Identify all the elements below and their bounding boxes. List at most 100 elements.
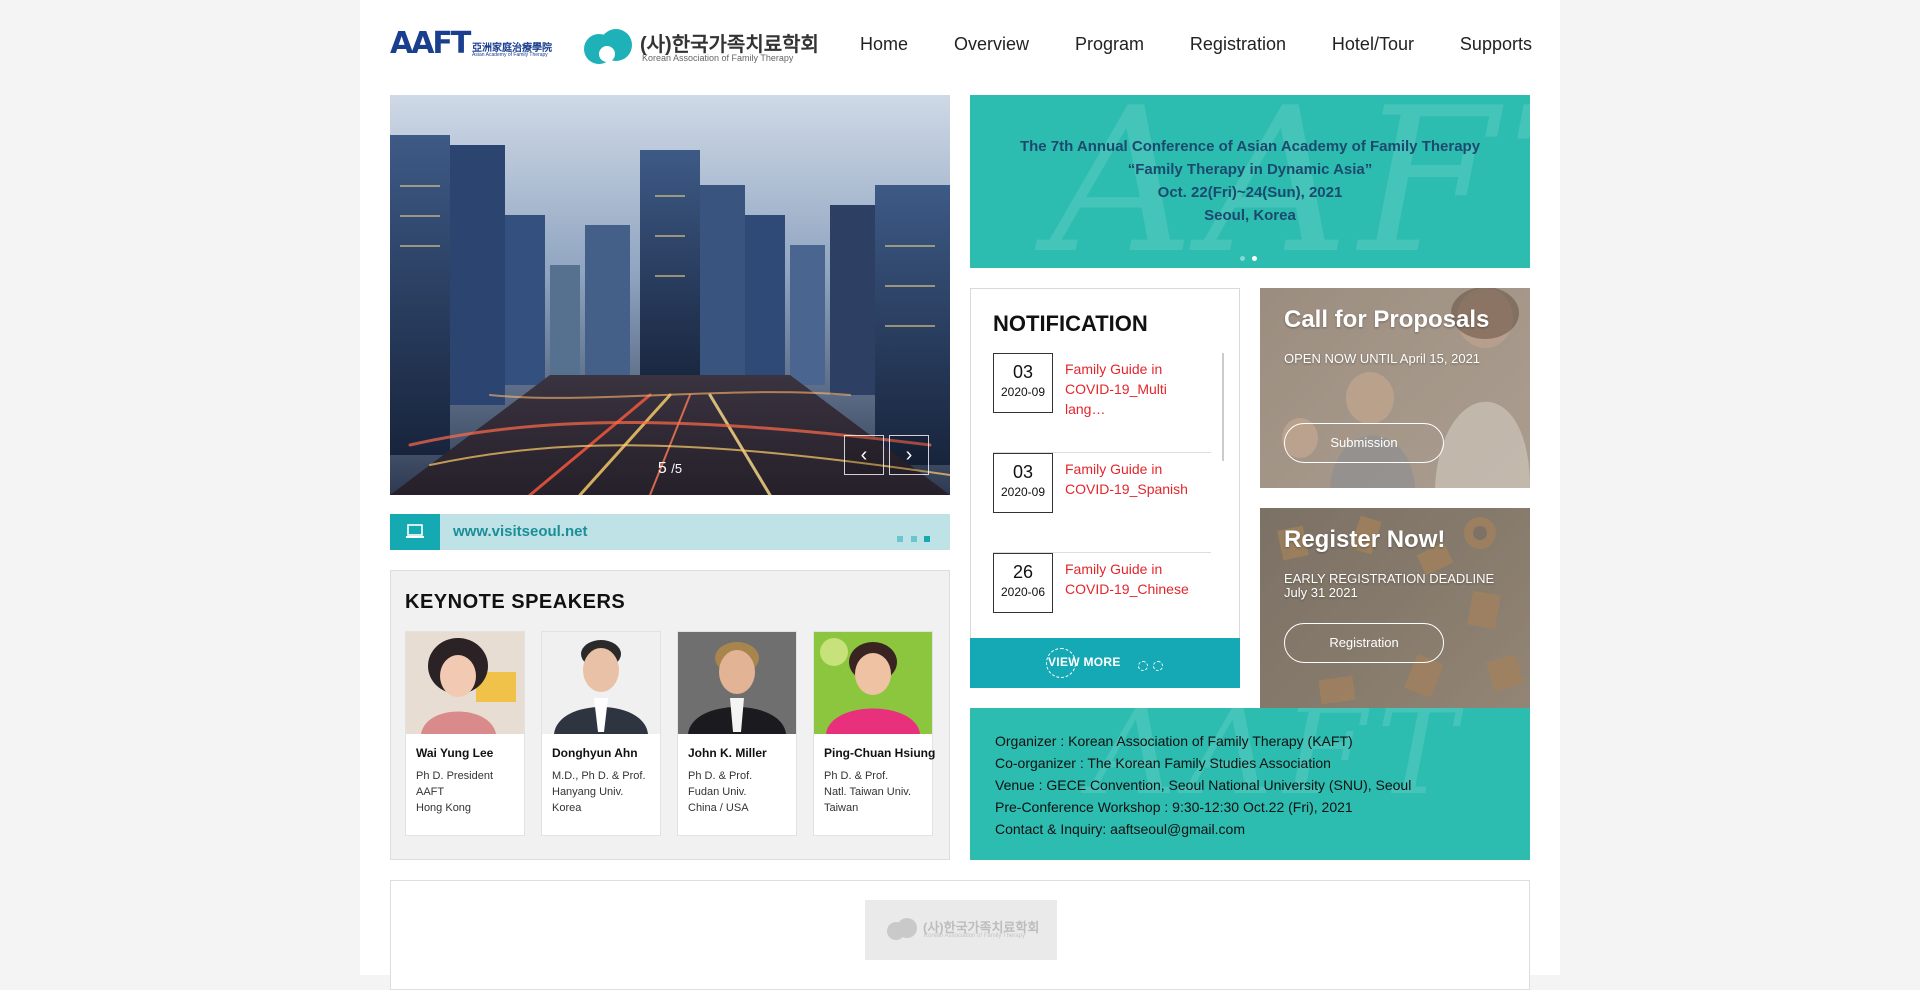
speaker-name: John K. Miller [688,746,767,760]
nav-program[interactable]: Program [1075,34,1144,60]
speaker-affiliation: AAFT [416,786,445,798]
register-title: Register Now! [1284,526,1446,553]
pager-dot[interactable] [1153,661,1163,671]
keynote-title: KEYNOTE SPEAKERS [405,591,626,613]
nav-overview[interactable]: Overview [954,34,1029,60]
registration-button[interactable]: Registration [1284,623,1444,663]
speaker-country: Taiwan [824,802,859,814]
organizer-info-panel: AAFT Organizer : Korean Association of F… [970,708,1530,860]
contact-line[interactable]: Contact & Inquiry: aaftseoul@gmail.com [995,818,1411,840]
slider-prev-button[interactable]: ‹ [844,435,884,475]
speaker-card[interactable]: Donghyun Ahn M.D., Ph D. & Prof. Hanyang… [541,631,661,836]
pager-dot[interactable] [1138,661,1148,671]
register-now-card[interactable]: Register Now! EARLY REGISTRATION DEADLIN… [1260,508,1530,708]
speaker-title: Ph D. & Prof. [688,770,753,782]
notification-title: NOTIFICATION [993,311,1148,336]
view-more-button[interactable]: VIEW MORE [970,638,1240,688]
nav-home[interactable]: Home [860,34,908,60]
kaft-logo-english: Korean Association of Family Therapy [642,53,794,63]
slide-current: 5 [657,460,667,477]
speaker-card[interactable]: John K. Miller Ph D. & Prof. Fudan Univ.… [677,631,797,836]
notification-year-month: 2020-06 [1000,585,1046,599]
speaker-title: Ph D. President [416,770,494,782]
keynote-speakers-panel: KEYNOTE SPEAKERS Wai Yung Lee Ph D. Pres… [390,570,950,860]
notification-date: 03 2020-09 [993,453,1053,513]
slider-next-button[interactable]: › [889,435,929,475]
banner-text: The 7th Annual Conference of Asian Acade… [970,135,1530,227]
laptop-icon [390,514,440,550]
notification-day: 26 [1012,562,1034,582]
footer-logo-symbol-part [897,918,917,938]
call-for-proposals-card[interactable]: Call for Proposals OPEN NOW UNTIL April … [1260,288,1530,488]
hero-slider[interactable]: 5 /5 ‹ › [390,95,950,495]
partner-strip: (사)한국가족치료학회 Korean Association of Family… [390,880,1530,990]
notification-scrollbar[interactable] [1222,353,1224,461]
notification-link[interactable]: Family Guide in COVID-19_Spanish [1065,459,1205,499]
register-deadline: EARLY REGISTRATION DEADLINE July 31 2021 [1284,572,1494,600]
aaft-logo-english: Asian Academy of Family Therapy [472,52,548,58]
visitseoul-link[interactable]: www.visitseoul.net [453,523,587,540]
speaker-affiliation: Hanyang Univ. [552,786,624,798]
submission-button[interactable]: Submission [1284,423,1444,463]
notification-panel: NOTIFICATION 03 2020-09 Family Guide in … [970,288,1240,688]
laptop-icon-glyph [406,524,424,538]
speaker-photo [814,632,932,734]
speaker-country: China / USA [688,802,749,814]
chevron-right-icon: › [905,444,913,466]
banner-pager [1240,248,1264,266]
pager-dot[interactable] [1240,256,1245,261]
notification-item[interactable]: 03 2020-09 Family Guide in COVID-19_Mult… [993,353,1211,453]
pager-dot[interactable] [910,536,917,542]
pager-dot[interactable] [897,536,904,542]
organizer-details: Organizer : Korean Association of Family… [995,730,1411,840]
speaker-info: Ph D. & Prof. Natl. Taiwan Univ. Taiwan [824,768,911,816]
register-deadline-date: July 31 2021 [1284,585,1358,600]
notification-year-month: 2020-09 [1000,385,1046,399]
footer-logo-english: Korean Association of Family Therapy [924,933,1025,939]
conference-banner[interactable]: AAFT The 7th Annual Conference of Asian … [970,95,1530,268]
aaft-logo-mark: AAFT [390,26,471,61]
speaker-info: Ph D. President AAFT Hong Kong [416,768,493,816]
speaker-info: Ph D. & Prof. Fudan Univ. China / USA [688,768,752,816]
pager-dot-active[interactable] [1252,256,1257,261]
speaker-card[interactable]: Wai Yung Lee Ph D. President AAFT Hong K… [405,631,525,836]
footer-kaft-logo[interactable]: (사)한국가족치료학회 Korean Association of Family… [865,900,1057,960]
speaker-card[interactable]: Ping-Chuan Hsiung Ph D. & Prof. Natl. Ta… [813,631,935,836]
speaker-photo [678,632,796,734]
banner-dates: Oct. 22(Fri)~24(Sun), 2021 [1157,184,1343,201]
aaft-logo[interactable]: AAFT 亞洲家庭治療學院 Asian Academy of Family Th… [390,28,565,62]
kaft-logo[interactable]: (사)한국가족치료학회 Korean Association of Family… [584,26,824,66]
notification-link[interactable]: Family Guide in COVID-19_Chinese [1065,559,1205,599]
nav-hotel-tour[interactable]: Hotel/Tour [1332,34,1414,60]
view-more-label: VIEW MORE [1048,655,1121,669]
speaker-name: Wai Yung Lee [416,746,494,760]
slide-total: /5 [671,461,683,476]
notification-year-month: 2020-09 [1000,485,1046,499]
speaker-country: Korea [552,802,582,814]
chevron-left-icon: ‹ [860,444,868,466]
visitseoul-pager [894,529,930,547]
speaker-name: Donghyun Ahn [552,746,638,760]
visitseoul-bar[interactable]: www.visitseoul.net [390,514,950,550]
speaker-photo [406,632,524,734]
kaft-logo-symbol-cut [599,46,615,62]
speaker-affiliation: Natl. Taiwan Univ. [824,786,912,798]
notification-day: 03 [1012,462,1034,482]
speaker-country: Hong Kong [416,802,472,814]
proposals-deadline: OPEN NOW UNTIL April 15, 2021 [1284,351,1481,366]
nav-registration[interactable]: Registration [1190,34,1286,60]
banner-location: Seoul, Korea [1204,207,1296,224]
nav-supports[interactable]: Supports [1460,34,1532,60]
main-nav: Home Overview Program Registration Hotel… [860,34,1532,60]
notification-item[interactable]: 03 2020-09 Family Guide in COVID-19_Span… [993,453,1211,553]
speaker-info: M.D., Ph D. & Prof. Hanyang Univ. Korea [552,768,646,816]
workshop-line: Pre-Conference Workshop : 9:30-12:30 Oct… [995,799,1353,815]
notification-link[interactable]: Family Guide in COVID-19_Multi lang… [1065,359,1205,419]
speaker-affiliation: Fudan Univ. [688,786,747,798]
proposals-title: Call for Proposals [1284,306,1490,333]
banner-theme: “Family Therapy in Dynamic Asia” [1127,161,1373,178]
pager-dot-active[interactable] [924,536,930,542]
organizer-line: Organizer : Korean Association of Family… [995,733,1353,749]
page: AAFT 亞洲家庭治療學院 Asian Academy of Family Th… [360,0,1560,990]
notification-date: 26 2020-06 [993,553,1053,613]
